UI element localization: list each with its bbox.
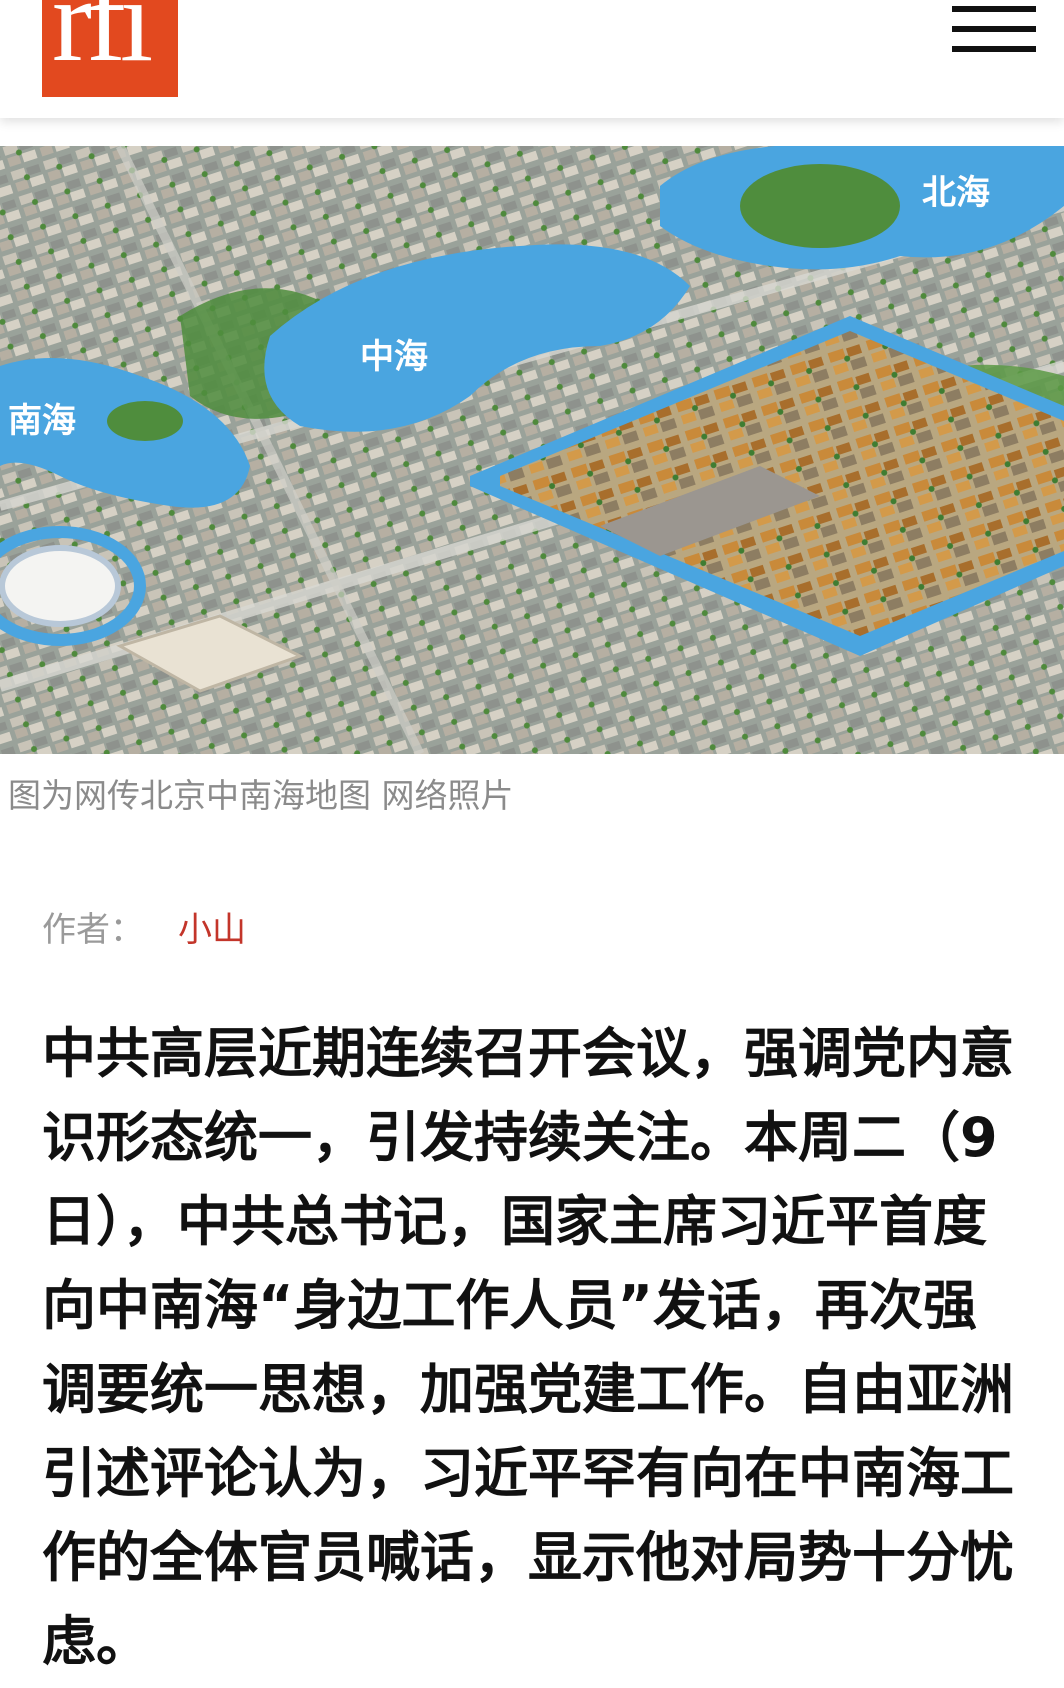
hamburger-menu-icon[interactable] <box>952 0 1036 60</box>
map-label-beihai: 北海 <box>922 173 990 213</box>
author-label: 作者： <box>42 910 144 950</box>
map-label-zhonghai: 中海 <box>360 337 428 377</box>
logo-text: rfi <box>52 0 153 86</box>
menu-bar <box>952 26 1036 32</box>
image-caption: 图为网传北京中南海地图 网络照片 <box>8 776 514 815</box>
article-lead-paragraph: 中共高层近期连续召开会议，强调党内意识形态统一，引发持续关注。本周二（9日），中… <box>42 1022 1014 1673</box>
author-line: 作者： 小山 <box>42 908 246 952</box>
menu-bar <box>952 46 1036 52</box>
map-illustration: 北海 中海 南海 <box>0 146 1064 754</box>
menu-bar <box>952 6 1036 12</box>
map-label-nanhai: 南海 <box>8 401 76 441</box>
site-header: rfi <box>0 0 1064 118</box>
author-name-link[interactable]: 小山 <box>178 910 246 950</box>
hero-image-zhongnanhai-map: 北海 中海 南海 <box>0 146 1064 754</box>
rfi-logo[interactable]: rfi <box>42 0 178 97</box>
